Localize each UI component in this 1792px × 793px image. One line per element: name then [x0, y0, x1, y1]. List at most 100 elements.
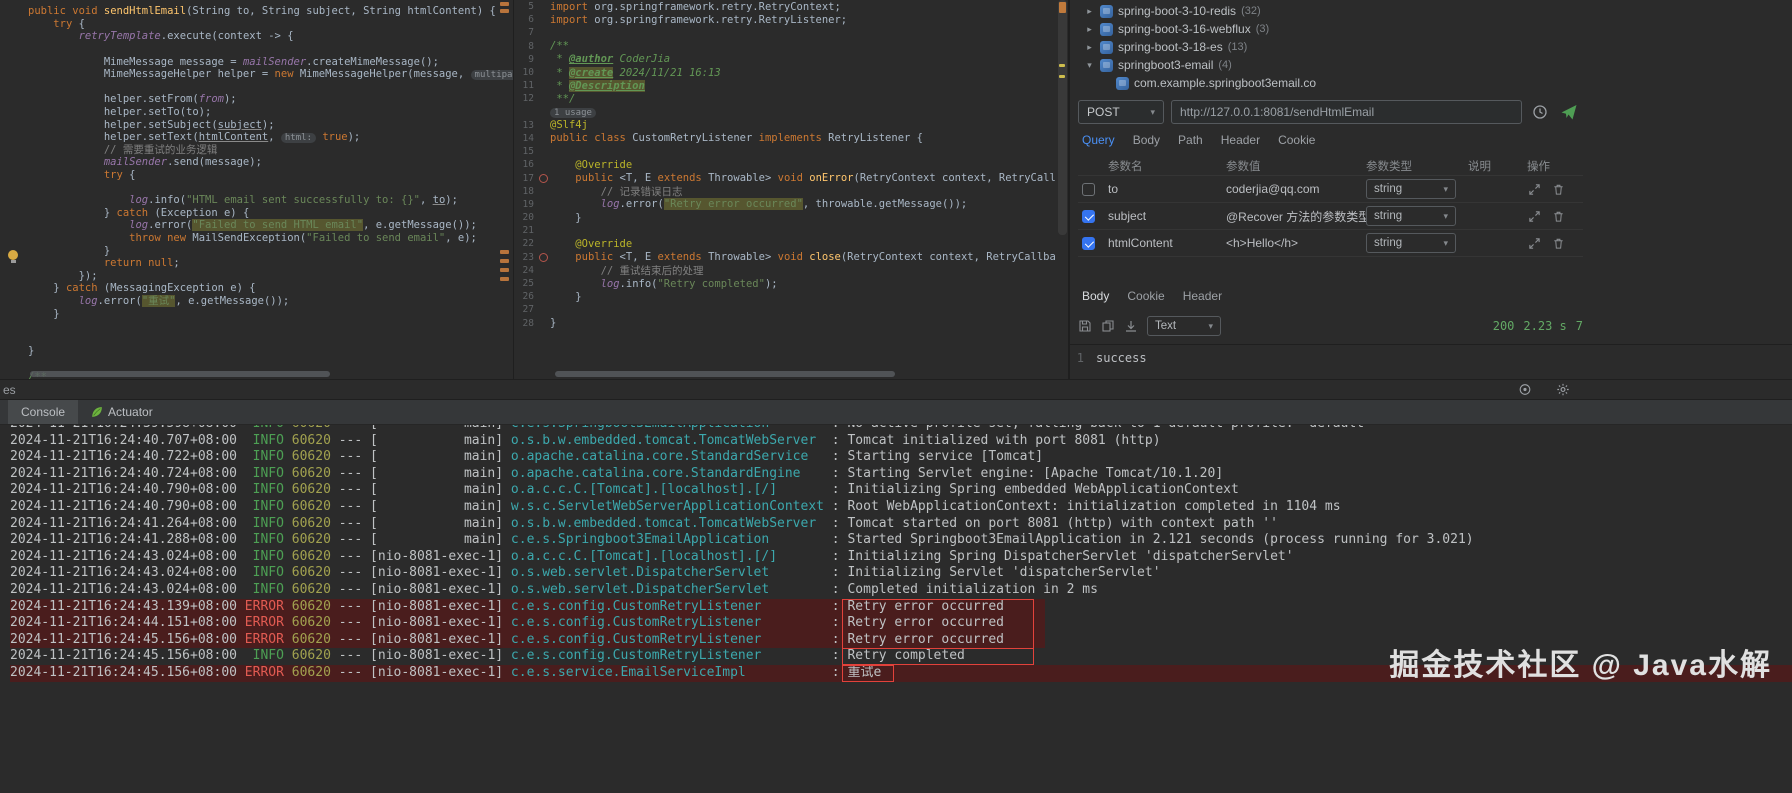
watermark: 掘金技术社区 @ Java水解 [1389, 649, 1772, 682]
param-checkbox[interactable] [1082, 236, 1095, 250]
delete-icon[interactable] [1551, 182, 1565, 196]
vertical-scrollbar[interactable] [1057, 0, 1068, 379]
console-line: 2024-11-21T16:24:44.151+08:00 ERROR 60620… [10, 615, 1792, 632]
scrollbar-thumb[interactable] [1058, 0, 1067, 235]
format-select[interactable]: Text ▾ [1147, 316, 1221, 336]
horizontal-scrollbar[interactable] [30, 371, 330, 377]
response-tab-header[interactable]: Header [1183, 289, 1222, 303]
code-line: 9 * @author CoderJia [515, 53, 1068, 66]
gutter-spacer [537, 67, 550, 78]
log-pid: 60620 [291, 482, 331, 498]
param-type-select[interactable]: string ▾ [1366, 206, 1456, 226]
line-number: 26 [522, 291, 534, 303]
log-level: INFO [237, 425, 284, 433]
code-editor-left[interactable]: public void sendHtmlEmail(String to, Str… [0, 0, 514, 379]
console-tab-console[interactable]: Console [8, 400, 79, 424]
request-tab-body[interactable]: Body [1133, 133, 1160, 147]
gutter-spacer [537, 278, 550, 289]
code-line: helper.setTo(to); [28, 106, 513, 119]
code-line: 17 public <T, E extends Throwable> void … [515, 171, 1068, 184]
code-line: 18 // 记录错误日志 [515, 185, 1068, 198]
chevron-right-icon[interactable]: ▸ [1084, 6, 1095, 17]
code-line: MimeMessage message = mailSender.createM… [28, 55, 513, 68]
gear-icon[interactable] [1556, 383, 1570, 397]
expand-icon[interactable] [1527, 236, 1541, 250]
method-select[interactable]: POST ▾ [1078, 100, 1164, 124]
download-icon[interactable] [1124, 319, 1138, 333]
expand-icon[interactable] [1527, 209, 1541, 223]
code-line: 11 * @Description [515, 79, 1068, 92]
copy-icon[interactable] [1101, 319, 1115, 333]
tree-item[interactable]: ▸ spring-boot-3-18-es (13) [1076, 38, 1596, 56]
log-level: INFO [252, 565, 284, 581]
param-checkbox[interactable] [1082, 209, 1095, 223]
response-tab-body[interactable]: Body [1082, 289, 1109, 303]
gutter-spacer [537, 304, 550, 315]
log-thread: main [463, 465, 496, 481]
override-marker-icon[interactable] [537, 252, 550, 263]
log-timestamp: 2024-11-21T16:24:41.288+08:00 [10, 532, 237, 548]
code-line: 10 * @create 2024/11/21 16:13 [515, 66, 1068, 79]
param-checkbox[interactable] [1082, 182, 1095, 196]
param-value-cell[interactable]: @Recover 方法的参数类型与返 [1226, 208, 1366, 225]
param-name-cell[interactable]: to [1108, 182, 1226, 196]
send-icon[interactable] [1558, 101, 1580, 123]
tree-item[interactable]: com.example.springboot3email.co [1076, 74, 1596, 92]
horizontal-scrollbar[interactable] [555, 371, 895, 377]
tree-item-label: spring-boot-3-10-redis [1118, 4, 1237, 18]
console-line: 2024-11-21T16:24:43.024+08:00 INFO 60620 … [10, 548, 1294, 564]
tree-item[interactable]: ▾ springboot3-email (4) [1076, 56, 1596, 74]
console-tab-actuator[interactable]: Actuator [78, 400, 166, 424]
log-pid: 60620 [291, 664, 331, 680]
log-logger: o.a.c.c.C.[Tomcat].[localhost].[/] [510, 482, 778, 498]
line-number: 9 [528, 53, 534, 65]
save-icon[interactable] [1078, 319, 1092, 333]
code-text: } [28, 307, 60, 320]
intention-bulb-icon[interactable] [8, 250, 18, 263]
param-value-cell[interactable]: coderjia@qq.com [1226, 182, 1366, 196]
url-input[interactable]: http://127.0.0.1:8081/sendHtmlEmail [1171, 100, 1522, 124]
request-tab-cookie[interactable]: Cookie [1278, 133, 1315, 147]
code-line: 5 import org.springframework.retry.RetryC… [515, 0, 1068, 13]
log-thread: nio-8081-exec-1 [377, 615, 496, 631]
tree-item[interactable]: ▸ spring-boot-3-16-webflux (3) [1076, 20, 1596, 38]
log-message: Retry error occurred [847, 631, 1005, 647]
override-marker-icon[interactable] [537, 173, 550, 184]
checkbox-cell [1078, 236, 1108, 250]
chevron-right-icon[interactable]: ▸ [1084, 42, 1095, 53]
expand-icon[interactable] [1527, 182, 1541, 196]
delete-icon[interactable] [1551, 236, 1565, 250]
code-line: 19 log.error("Retry error occurred", thr… [515, 198, 1068, 211]
target-icon[interactable] [1518, 383, 1532, 397]
delete-icon[interactable] [1551, 209, 1565, 223]
code-text: // 记录错误日志 [550, 185, 683, 198]
console-line: 2024-11-21T16:24:40.724+08:00 INFO 60620 … [10, 465, 1224, 481]
code-line: 21 [515, 224, 1068, 237]
module-icon [1100, 22, 1113, 36]
param-header-cell: 操作 [1527, 160, 1550, 173]
response-tab-cookie[interactable]: Cookie [1127, 289, 1164, 303]
spring-leaf-icon [91, 406, 103, 418]
param-type-select[interactable]: string ▾ [1366, 233, 1456, 253]
console-line: 2024-11-21T16:24:43.024+08:00 INFO 60620 … [10, 565, 1161, 581]
request-tab-path[interactable]: Path [1178, 133, 1203, 147]
line-number: 25 [522, 278, 534, 290]
gutter-spacer [537, 133, 550, 144]
history-icon[interactable] [1529, 101, 1551, 123]
param-value-cell[interactable]: <h>Hello</h> [1226, 236, 1366, 250]
param-name-cell[interactable]: htmlContent [1108, 236, 1226, 250]
line-number: 17 [522, 172, 534, 184]
code-editor-middle[interactable]: 5 import org.springframework.retry.RetryC… [515, 0, 1069, 379]
log-thread: main [463, 482, 496, 498]
log-level: ERROR [244, 615, 284, 631]
console-output[interactable]: 2024-11-21T16:24:39.598+08:00INFO 60620 … [0, 425, 1792, 793]
param-name-cell[interactable]: subject [1108, 209, 1226, 223]
tree-item[interactable]: ▸ spring-boot-3-10-redis (32) [1076, 2, 1596, 20]
request-tab-query[interactable]: Query [1082, 133, 1115, 147]
chevron-down-icon[interactable]: ▾ [1084, 60, 1095, 71]
param-type-select[interactable]: string ▾ [1366, 179, 1456, 199]
param-table-rows: to coderjia@qq.com string ▾ subject @Recover … [1078, 176, 1583, 257]
request-tab-header[interactable]: Header [1221, 133, 1260, 147]
response-area[interactable]: 1 success [1070, 344, 1792, 379]
chevron-right-icon[interactable]: ▸ [1084, 24, 1095, 35]
